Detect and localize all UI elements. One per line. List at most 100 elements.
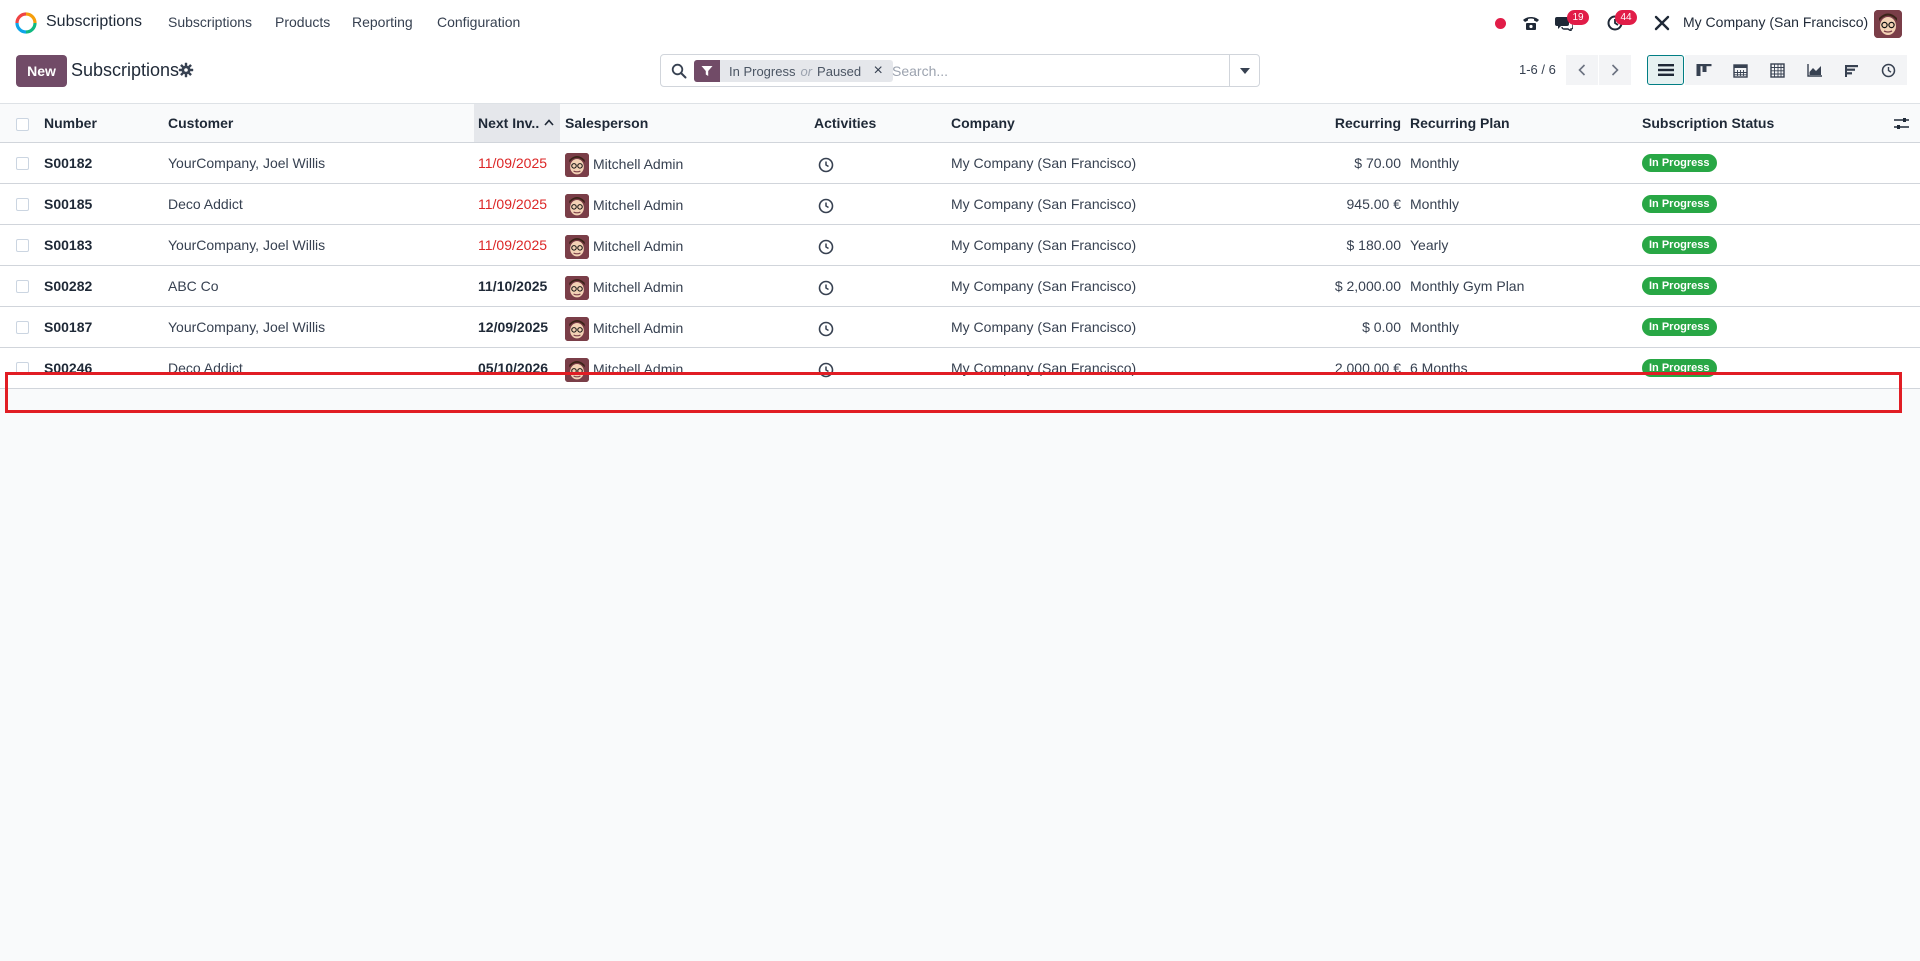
salesperson-avatar: [565, 358, 589, 382]
search-options-toggle[interactable]: [1229, 55, 1259, 86]
cell-number: S00246: [44, 360, 93, 376]
cell-customer: YourCompany, Joel Willis: [168, 237, 326, 253]
graph-view-button[interactable]: [1796, 55, 1833, 85]
table-row[interactable]: S00182 YourCompany, Joel Willis 11/09/20…: [0, 143, 1920, 184]
salesperson-avatar: [565, 194, 589, 218]
cell-recurring-plan: Monthly: [1410, 196, 1460, 212]
table-row[interactable]: S00246 Deco Addict 05/10/2026 Mitchell A…: [0, 348, 1920, 389]
avatar-face-icon: [565, 235, 589, 259]
table-row[interactable]: S00187 YourCompany, Joel Willis 12/09/20…: [0, 307, 1920, 348]
kanban-view-button[interactable]: [1685, 55, 1722, 85]
column-header-company[interactable]: Company: [951, 104, 1015, 142]
app-logo-icon[interactable]: [14, 12, 38, 34]
cell-company: My Company (San Francisco): [951, 319, 1137, 335]
menu-products[interactable]: Products: [275, 14, 330, 30]
column-header-recurring[interactable]: Recurring: [1300, 104, 1401, 142]
calendar-view-button[interactable]: [1722, 55, 1759, 85]
cohort-view-button[interactable]: [1833, 55, 1870, 85]
avatar-face-icon: [565, 317, 589, 341]
avatar-face-icon: [565, 276, 589, 300]
cell-salesperson: Mitchell Admin: [593, 238, 684, 254]
pivot-view-icon: [1770, 62, 1785, 78]
company-switcher[interactable]: My Company (San Francisco): [1683, 14, 1868, 30]
cohort-view-icon: [1845, 64, 1858, 77]
search-bar: In Progress or Paused ×: [660, 54, 1260, 87]
salesperson-avatar: [565, 317, 589, 341]
sort-ascending-icon: [544, 119, 554, 126]
row-checkbox[interactable]: [16, 157, 29, 170]
activity-clock-icon[interactable]: [818, 239, 834, 255]
search-icon[interactable]: [671, 63, 687, 79]
salesperson-avatar: [565, 235, 589, 259]
optional-columns-icon[interactable]: [1894, 117, 1909, 130]
close-icon[interactable]: ×: [869, 62, 887, 80]
pager-previous-button[interactable]: [1566, 55, 1598, 85]
new-button[interactable]: New: [16, 55, 67, 87]
app-name[interactable]: Subscriptions: [46, 13, 142, 31]
status-badge: In Progress: [1642, 318, 1717, 336]
menu-reporting[interactable]: Reporting: [352, 14, 413, 30]
activity-view-icon: [1881, 63, 1896, 77]
activity-clock-icon[interactable]: [818, 280, 834, 296]
cell-next-invoice: 05/10/2026: [478, 360, 549, 376]
activity-clock-icon[interactable]: [818, 321, 834, 337]
salesperson-avatar: [565, 276, 589, 300]
column-header-next-invoice[interactable]: Next Inv..: [474, 104, 560, 142]
user-avatar[interactable]: [1874, 10, 1902, 38]
column-header-salesperson[interactable]: Salesperson: [565, 104, 648, 142]
cell-recurring-plan: Monthly Gym Plan: [1410, 278, 1525, 294]
column-header-recurring-plan[interactable]: Recurring Plan: [1410, 104, 1510, 142]
row-checkbox[interactable]: [16, 362, 29, 375]
row-checkbox[interactable]: [16, 280, 29, 293]
salesperson-avatar: [565, 153, 589, 177]
column-header-number[interactable]: Number: [44, 104, 97, 142]
activity-clock-icon[interactable]: [818, 198, 834, 214]
cell-company: My Company (San Francisco): [951, 155, 1137, 171]
messages-count-badge: 19: [1567, 10, 1589, 25]
phone-button[interactable]: [1520, 0, 1542, 46]
search-input[interactable]: [892, 61, 1222, 81]
activity-clock-icon[interactable]: [818, 157, 834, 173]
cell-recurring: $ 0.00: [1362, 319, 1401, 335]
cell-next-invoice: 11/09/2025: [478, 237, 548, 253]
row-checkbox[interactable]: [16, 321, 29, 334]
column-header-subscription-status[interactable]: Subscription Status: [1642, 104, 1774, 142]
avatar-face-icon: [565, 194, 589, 218]
cell-number: S00282: [44, 278, 93, 294]
activity-clock-icon[interactable]: [818, 362, 834, 378]
activity-view-button[interactable]: [1870, 55, 1907, 85]
debug-tools-button[interactable]: [1652, 0, 1672, 46]
pager-value[interactable]: 1-6 / 6: [1519, 62, 1556, 77]
menu-subscriptions[interactable]: Subscriptions: [168, 14, 252, 30]
table-row[interactable]: S00282 ABC Co 11/10/2025 Mitchell Admin …: [0, 266, 1920, 307]
select-all-checkbox[interactable]: [16, 118, 29, 131]
table-row[interactable]: S00185 Deco Addict 11/09/2025 Mitchell A…: [0, 184, 1920, 225]
cell-recurring: $ 2,000.00: [1334, 278, 1401, 294]
table-row[interactable]: S00183 YourCompany, Joel Willis 11/09/20…: [0, 225, 1920, 266]
column-header-activities[interactable]: Activities: [814, 104, 876, 142]
row-checkbox[interactable]: [16, 198, 29, 211]
recording-indicator[interactable]: [1493, 0, 1507, 46]
cell-recurring: 2,000.00 €: [1334, 360, 1401, 376]
cell-company: My Company (San Francisco): [951, 237, 1137, 253]
cell-customer: Deco Addict: [168, 360, 243, 376]
caret-down-icon: [1239, 67, 1250, 74]
status-badge: In Progress: [1642, 154, 1717, 172]
cell-company: My Company (San Francisco): [951, 196, 1137, 212]
column-header-customer[interactable]: Customer: [168, 104, 233, 142]
pager-next-button[interactable]: [1599, 55, 1631, 85]
pivot-view-button[interactable]: [1759, 55, 1796, 85]
cell-next-invoice: 12/09/2025: [478, 319, 549, 335]
menu-configuration[interactable]: Configuration: [437, 14, 520, 30]
list-view-button[interactable]: [1647, 55, 1684, 85]
activities-count-badge: 44: [1615, 10, 1637, 25]
status-badge: In Progress: [1642, 236, 1717, 254]
chevron-right-icon: [1611, 64, 1619, 76]
gear-icon[interactable]: [178, 62, 194, 78]
debug-tools-icon: [1654, 15, 1670, 31]
facet-or: or: [800, 63, 813, 79]
row-checkbox[interactable]: [16, 239, 29, 252]
cell-customer: YourCompany, Joel Willis: [168, 155, 326, 171]
cell-recurring-plan: 6 Months: [1410, 360, 1468, 376]
avatar-face-icon: [1874, 10, 1902, 38]
